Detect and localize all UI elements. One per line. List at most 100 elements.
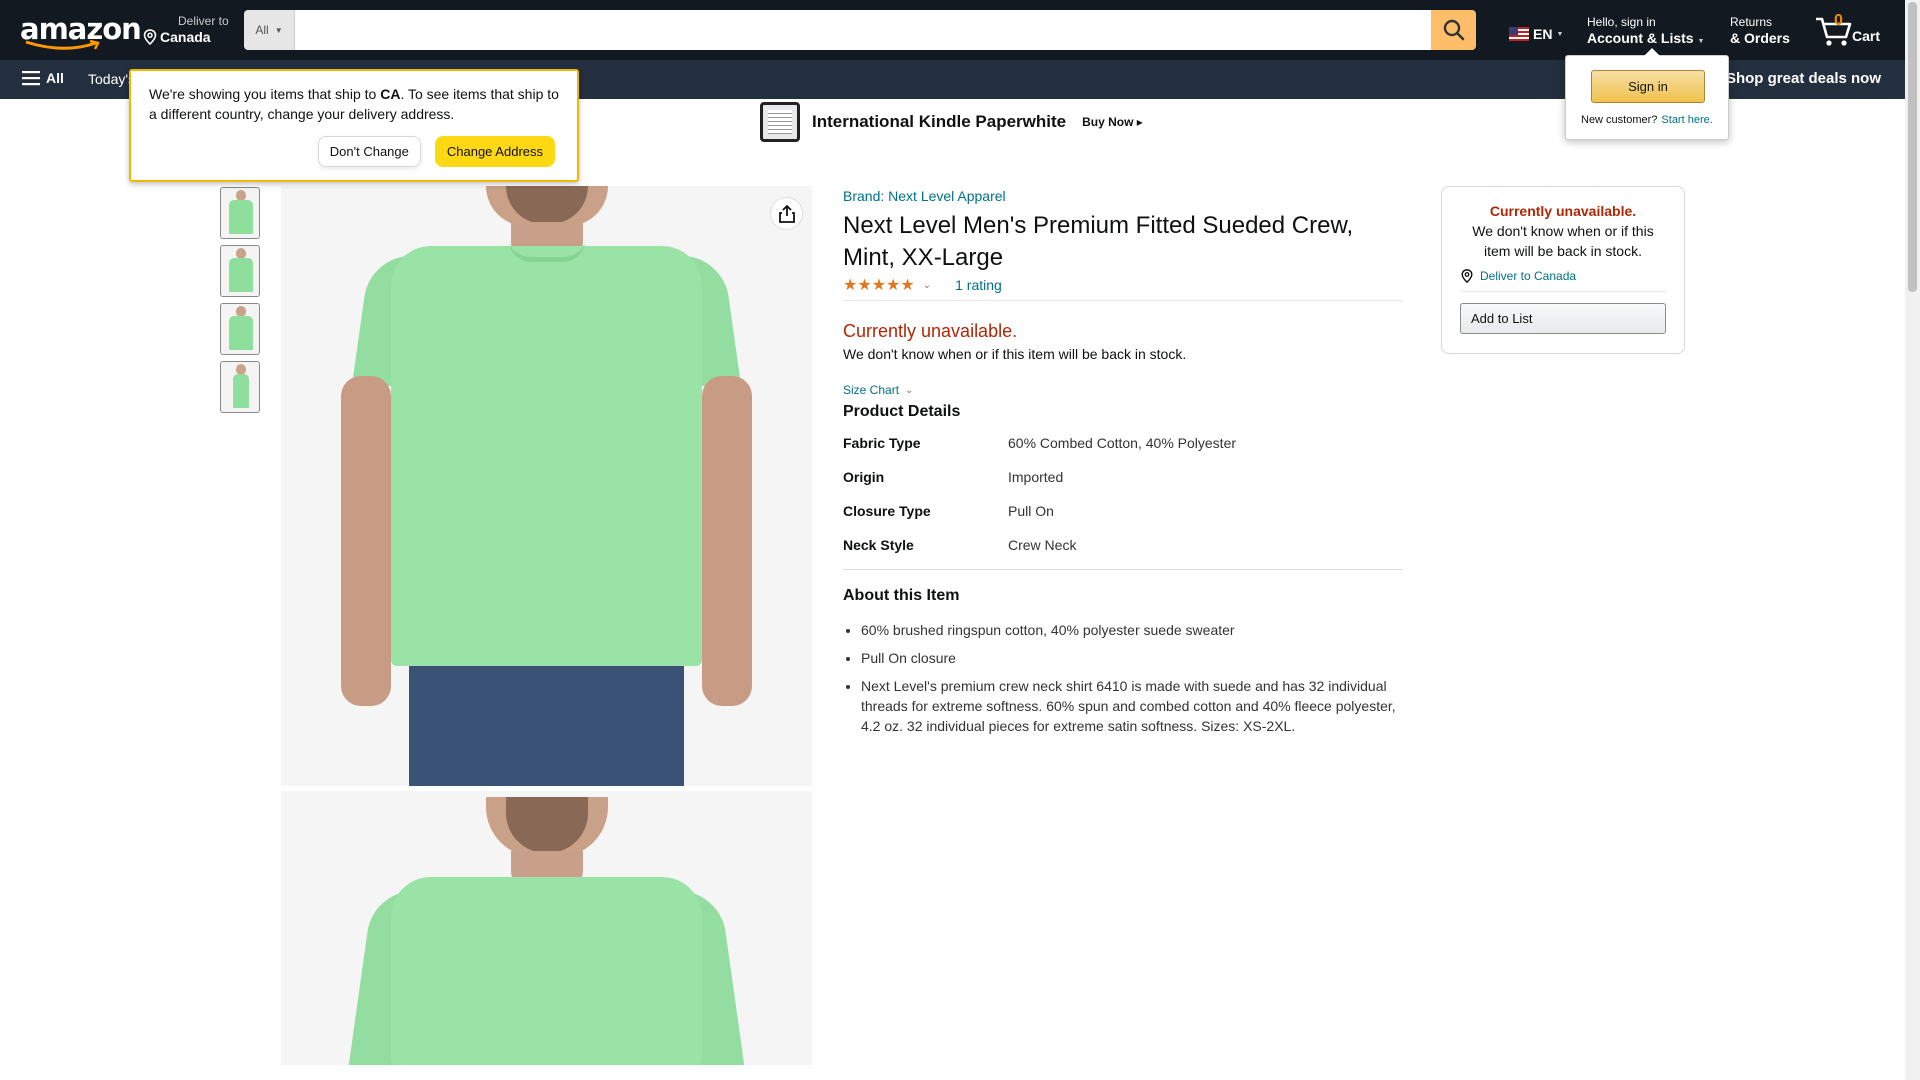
detail-key: Neck Style xyxy=(843,537,914,553)
product-image-secondary[interactable] xyxy=(281,791,812,1065)
all-label: All xyxy=(46,70,64,86)
thumbnail-4[interactable] xyxy=(220,361,260,413)
start-here-link[interactable]: Start here. xyxy=(1661,114,1712,126)
model-jeans xyxy=(409,666,684,786)
language-selector[interactable]: EN ▼ xyxy=(1509,26,1563,42)
signin-flyout: Sign in New customer? Start here. xyxy=(1565,48,1729,140)
dont-change-button[interactable]: Don't Change xyxy=(317,136,421,167)
share-button[interactable] xyxy=(770,197,803,230)
product-details-heading: Product Details xyxy=(843,403,961,420)
kindle-banner[interactable]: International Kindle Paperwhite Buy Now … xyxy=(760,102,1143,142)
deliver-to[interactable]: Deliver to Canada xyxy=(142,14,229,45)
about-bullet: Pull On closure xyxy=(861,648,1403,668)
account-greeting: Hello, sign in xyxy=(1587,15,1656,29)
change-address-button[interactable]: Change Address xyxy=(434,136,555,167)
detail-value: Imported xyxy=(1008,469,1064,485)
account-lists[interactable]: Hello, sign in Account & Lists ▼ xyxy=(1587,15,1704,46)
delivery-popover: We're showing you items that ship to CA.… xyxy=(129,69,579,182)
model-arm-right xyxy=(702,376,752,706)
search-icon xyxy=(1443,19,1464,41)
share-icon xyxy=(778,204,795,223)
popover-country: CA xyxy=(380,86,401,102)
caret-down-icon: ▼ xyxy=(274,25,283,35)
availability-note: We don't know when or if this item will … xyxy=(843,346,1187,362)
buybox-deliver-link[interactable]: Deliver to Canada xyxy=(1460,269,1666,283)
logo-smile-icon xyxy=(25,40,100,50)
size-chart-label: Size Chart xyxy=(843,383,900,397)
about-bullet: 60% brushed ringspun cotton, 40% polyest… xyxy=(861,620,1403,640)
product-details-table: Fabric Type 60% Combed Cotton, 40% Polye… xyxy=(843,435,1403,571)
shirt-collar xyxy=(509,240,585,262)
cart-count: 0 xyxy=(1834,12,1843,29)
search-button[interactable] xyxy=(1431,10,1476,50)
us-flag-icon xyxy=(1509,27,1529,41)
orders-label: & Orders xyxy=(1730,30,1790,46)
shop-deals-link[interactable]: Shop great deals now xyxy=(1726,70,1881,87)
rating-row: ★★★★★ ⌄ 1 rating xyxy=(843,276,1403,294)
detail-value: 60% Combed Cotton, 40% Polyester xyxy=(1008,435,1237,451)
detail-row: Neck Style Crew Neck xyxy=(843,537,1403,571)
detail-key: Fabric Type xyxy=(843,435,921,451)
tshirt-body xyxy=(391,877,702,1065)
returns-label: Returns xyxy=(1730,15,1773,29)
hamburger-icon xyxy=(22,71,40,86)
rating-count-link[interactable]: 1 rating xyxy=(955,277,1002,293)
divider xyxy=(1460,291,1666,292)
thumbnail-1[interactable] xyxy=(220,187,260,239)
cart-icon xyxy=(1816,17,1852,46)
search-category-select[interactable]: All ▼ xyxy=(244,10,295,50)
new-customer-label: New customer? xyxy=(1581,114,1658,126)
account-label: Account & Lists xyxy=(1587,30,1694,46)
search-input[interactable] xyxy=(295,10,1431,50)
product-info: Brand: Next Level Apparel Next Level Men… xyxy=(843,188,1403,744)
location-pin-icon xyxy=(143,29,157,45)
popover-text: We're showing you items that ship to xyxy=(149,86,381,102)
detail-row: Fabric Type 60% Combed Cotton, 40% Polye… xyxy=(843,435,1403,469)
add-to-list-button[interactable]: Add to List xyxy=(1460,303,1666,334)
model-arm-left xyxy=(341,376,391,706)
detail-row: Closure Type Pull On xyxy=(843,503,1403,537)
amazon-logo[interactable]: amazon xyxy=(20,14,142,50)
search-category-label: All xyxy=(255,23,269,37)
banner-title: International Kindle Paperwhite xyxy=(812,112,1067,131)
about-list: 60% brushed ringspun cotton, 40% polyest… xyxy=(843,620,1403,736)
detail-row: Origin Imported xyxy=(843,469,1403,503)
tshirt-body xyxy=(391,246,702,666)
divider xyxy=(843,300,1403,301)
search-bar: All ▼ xyxy=(244,10,1476,50)
popover-actions: Don't Change Change Address xyxy=(317,136,555,167)
buybox-availability: Currently unavailable. xyxy=(1489,203,1637,219)
new-customer-text: New customer? Start here. xyxy=(1581,114,1713,126)
scrollbar-thumb[interactable] xyxy=(1908,2,1917,292)
delivery-popover-message: We're showing you items that ship to CA.… xyxy=(149,84,559,124)
product-image-main[interactable] xyxy=(281,186,812,786)
product-title: Next Level Men's Premium Fitted Sueded C… xyxy=(843,212,1354,271)
about-bullet: Next Level's premium crew neck shirt 641… xyxy=(861,676,1403,736)
cart-button[interactable]: 0 Cart xyxy=(1814,12,1884,48)
banner-buy-now[interactable]: Buy Now ▸ xyxy=(1082,115,1143,129)
returns-orders[interactable]: Returns & Orders xyxy=(1730,15,1790,46)
thumbnail-3[interactable] xyxy=(220,303,260,355)
buy-box: Currently unavailable. We don't know whe… xyxy=(1441,186,1685,354)
deliver-country: Canada xyxy=(160,29,211,45)
cart-label: Cart xyxy=(1852,28,1881,44)
chevron-down-icon[interactable]: ⌄ xyxy=(923,280,931,291)
star-rating-icon[interactable]: ★★★★★ xyxy=(843,275,915,295)
todays-deals-link[interactable]: Today's xyxy=(88,71,135,87)
caret-down-icon: ▼ xyxy=(1697,38,1705,45)
detail-value: Pull On xyxy=(1008,503,1054,519)
brand-link[interactable]: Brand: Next Level Apparel xyxy=(843,188,1006,204)
language-label: EN xyxy=(1533,26,1553,42)
all-menu-button[interactable]: All xyxy=(22,70,64,86)
kindle-device-icon xyxy=(760,102,800,142)
availability-status: Currently unavailable. xyxy=(843,321,1018,341)
chevron-down-icon: ⌄ xyxy=(905,384,914,396)
about-heading: About this Item xyxy=(843,587,960,604)
detail-key: Closure Type xyxy=(843,503,931,519)
thumbnail-2[interactable] xyxy=(220,245,260,297)
size-chart-link[interactable]: Size Chart ⌄ xyxy=(843,383,1403,397)
buybox-availability-note: We don't know when or if this item will … xyxy=(1472,223,1654,259)
sign-in-button[interactable]: Sign in xyxy=(1591,70,1705,103)
page-scrollbar[interactable] xyxy=(1905,0,1920,1080)
detail-value: Crew Neck xyxy=(1008,537,1077,553)
